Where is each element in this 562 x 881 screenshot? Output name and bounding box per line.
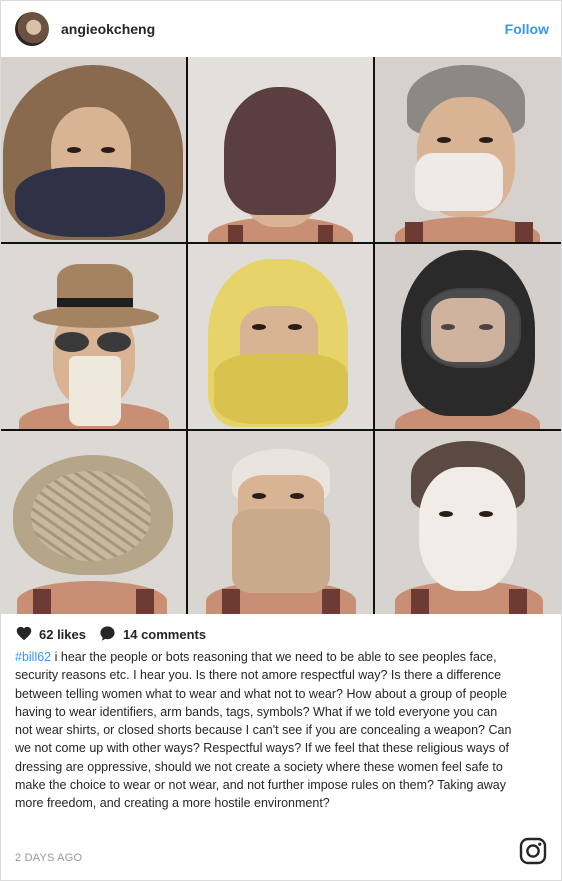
- avatar[interactable]: [15, 12, 49, 46]
- comment-icon[interactable]: [99, 625, 116, 642]
- caption-text: i hear the people or bots reasoning that…: [15, 650, 512, 811]
- caption-hashtag[interactable]: #bill62: [15, 650, 51, 664]
- post-date: 2 DAYS AGO: [15, 852, 83, 864]
- instagram-post-card: angieokcheng Follow 62 likes 14 comments…: [0, 0, 562, 881]
- post-actions: 62 likes 14 comments: [1, 619, 561, 649]
- username-link[interactable]: angieokcheng: [61, 21, 155, 37]
- post-caption: #bill62 i hear the people or bots reason…: [15, 648, 515, 813]
- photo-fur-hood: [1, 57, 186, 242]
- instagram-icon[interactable]: [519, 837, 547, 865]
- post-header: angieokcheng Follow: [1, 1, 561, 57]
- photo-knit-beanie: [188, 57, 373, 242]
- photo-grid[interactable]: [1, 57, 561, 614]
- photo-beige-wrap: [188, 431, 373, 614]
- photo-fedora-sunglasses: [1, 244, 186, 429]
- photo-yellow-scarf: [188, 244, 373, 429]
- follow-button[interactable]: Follow: [505, 21, 549, 37]
- likes-count[interactable]: 62 likes: [39, 627, 86, 642]
- photo-motorcycle-helmet: [375, 244, 561, 429]
- heart-icon[interactable]: [15, 625, 33, 641]
- photo-sheet-mask: [375, 431, 561, 614]
- comments-count[interactable]: 14 comments: [123, 627, 206, 642]
- photo-surgical-mask: [375, 57, 561, 242]
- photo-paper-mache-head: [1, 431, 186, 614]
